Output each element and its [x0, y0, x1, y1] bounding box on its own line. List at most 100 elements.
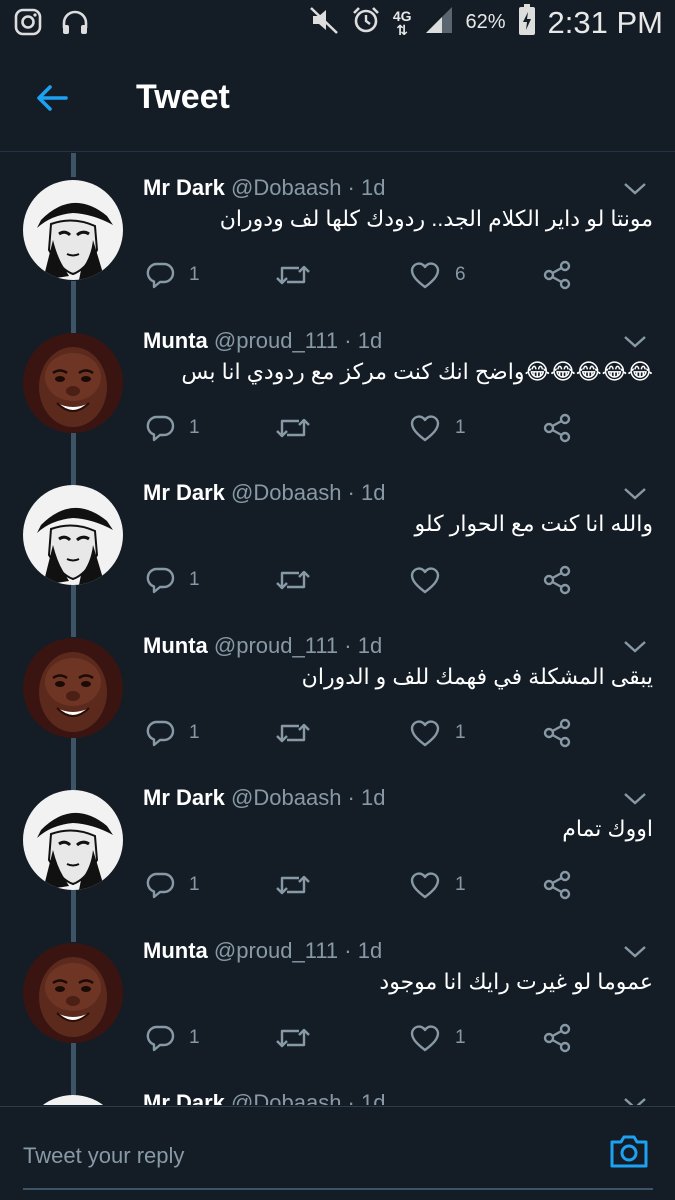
clock: 2:31 PM — [547, 4, 663, 40]
share-button[interactable] — [541, 257, 573, 293]
like-button[interactable]: 1 — [409, 1020, 466, 1056]
retweet-icon — [275, 413, 311, 443]
like-button[interactable] — [409, 562, 455, 598]
heart-icon — [409, 1023, 441, 1053]
mrdark-avatar[interactable] — [23, 485, 123, 585]
chevron-down-icon[interactable] — [623, 1096, 647, 1105]
retweet-icon — [275, 260, 311, 290]
share-button[interactable] — [541, 1020, 573, 1056]
mrdark-avatar[interactable] — [23, 180, 123, 280]
reply-button[interactable]: 1 — [145, 715, 200, 751]
tweet-item[interactable]: Munta @proud_111 · 1d عموما لو غيرت رايك … — [0, 916, 675, 1068]
tweet-item[interactable]: Munta @proud_111 · 1d 😂😂😂😂😂واضح انك كنت م… — [0, 306, 675, 458]
reply-button[interactable]: 1 — [145, 562, 200, 598]
chevron-down-icon[interactable] — [623, 944, 647, 960]
share-icon — [541, 869, 573, 901]
share-button[interactable] — [541, 867, 573, 903]
heart-icon — [409, 565, 441, 595]
reply-icon — [145, 260, 175, 290]
tweet-actions: 11 — [145, 1020, 585, 1056]
like-count: 1 — [455, 1026, 466, 1048]
retweet-button[interactable] — [275, 410, 325, 446]
tweet-actions: 1 — [145, 562, 585, 598]
share-icon — [541, 717, 573, 749]
reply-icon — [145, 1023, 175, 1053]
retweet-icon — [275, 870, 311, 900]
share-icon — [541, 259, 573, 291]
share-icon — [541, 564, 573, 596]
like-button[interactable]: 6 — [409, 257, 466, 293]
retweet-button[interactable] — [275, 1020, 325, 1056]
retweet-button[interactable] — [275, 715, 325, 751]
retweet-button[interactable] — [275, 867, 325, 903]
tweet-item[interactable]: Munta @proud_111 · 1d يبقى المشكلة في فهم… — [0, 611, 675, 763]
like-button[interactable]: 1 — [409, 867, 466, 903]
chevron-down-icon[interactable] — [623, 181, 647, 197]
heart-icon — [409, 260, 441, 290]
user-name[interactable]: Mr Dark — [143, 1090, 225, 1105]
tweet-actions: 11 — [145, 867, 585, 903]
like-button[interactable]: 1 — [409, 410, 466, 446]
heart-icon — [409, 413, 441, 443]
tweet-item[interactable]: Mr Dark @Dobaash · 1d والله انا كنت مع ال… — [0, 458, 675, 610]
reply-count: 1 — [189, 874, 200, 895]
user-name[interactable]: Munta — [143, 328, 208, 353]
reply-underline — [23, 1188, 653, 1190]
user-name[interactable]: Mr Dark — [143, 785, 225, 810]
chevron-down-icon[interactable] — [623, 486, 647, 502]
heart-icon — [409, 870, 441, 900]
reply-count: 1 — [189, 721, 200, 743]
tweet-item[interactable]: Mr Dark @Dobaash · 1d — [0, 1068, 675, 1105]
tweet-header: Mr Dark @Dobaash · 1d — [143, 1090, 385, 1105]
share-button[interactable] — [541, 562, 573, 598]
share-button[interactable] — [541, 410, 573, 446]
signal-icon — [424, 5, 454, 40]
tweet-header: Munta @proud_111 · 1d — [143, 938, 382, 964]
tweet-text: مونتا لو داير الكلام الجد.. ردودك كلها ل… — [219, 206, 653, 231]
reply-button[interactable]: 1 — [145, 1020, 200, 1056]
user-name[interactable]: Munta — [143, 633, 208, 658]
tweet-text: 😂😂😂😂😂واضح انك كنت مركز مع ردودي انا بس — [181, 358, 653, 384]
tweet-header: Mr Dark @Dobaash · 1d — [143, 480, 385, 506]
status-bar: 4G ⇅ 62% 2:31 PM — [0, 0, 675, 48]
user-name[interactable]: Mr Dark — [143, 175, 225, 200]
user-name[interactable]: Munta — [143, 938, 208, 963]
chevron-down-icon[interactable] — [623, 334, 647, 350]
tweet-item[interactable]: Mr Dark @Dobaash · 1d مونتا لو داير الكلا… — [0, 153, 675, 305]
reply-button[interactable]: 1 — [145, 257, 200, 293]
reply-button[interactable]: 1 — [145, 410, 200, 446]
reply-input[interactable]: Tweet your reply — [23, 1143, 184, 1169]
tweet-item[interactable]: Mr Dark @Dobaash · 1d اووك تمام 1 1 — [0, 763, 675, 915]
tweet-actions: 11 — [145, 715, 585, 751]
chevron-down-icon[interactable] — [623, 791, 647, 807]
share-icon — [541, 1022, 573, 1054]
reply-count: 1 — [189, 1026, 200, 1048]
tweet-header: Mr Dark @Dobaash · 1d — [143, 175, 385, 201]
instagram-icon — [14, 8, 42, 41]
alarm-icon — [351, 5, 381, 40]
mrdark-avatar[interactable] — [23, 790, 123, 890]
user-name[interactable]: Mr Dark — [143, 480, 225, 505]
reply-button[interactable]: 1 — [145, 867, 200, 903]
munta-avatar[interactable] — [23, 332, 123, 433]
tweet-actions: 16 — [145, 257, 585, 293]
munta-avatar[interactable] — [23, 637, 123, 738]
mrdark-avatar[interactable] — [23, 1095, 123, 1105]
munta-avatar[interactable] — [23, 942, 123, 1043]
like-count: 1 — [455, 874, 466, 895]
retweet-button[interactable] — [275, 257, 325, 293]
like-button[interactable]: 1 — [409, 715, 466, 751]
reply-icon — [145, 413, 175, 443]
tweet-thread[interactable]: Mr Dark @Dobaash · 1d مونتا لو داير الكلا… — [0, 153, 675, 1105]
share-button[interactable] — [541, 715, 573, 751]
user-handle: @Dobaash · 1d — [231, 785, 386, 810]
user-handle: @Dobaash · 1d — [231, 480, 386, 505]
chevron-down-icon[interactable] — [623, 639, 647, 655]
user-handle: @proud_111 · 1d — [213, 937, 383, 963]
back-arrow-icon[interactable] — [32, 78, 76, 122]
camera-icon[interactable] — [609, 1133, 651, 1171]
retweet-button[interactable] — [275, 562, 325, 598]
reply-icon — [145, 718, 175, 748]
retweet-icon — [275, 565, 311, 595]
tweet-header: Munta @proud_111 · 1d — [143, 328, 382, 354]
